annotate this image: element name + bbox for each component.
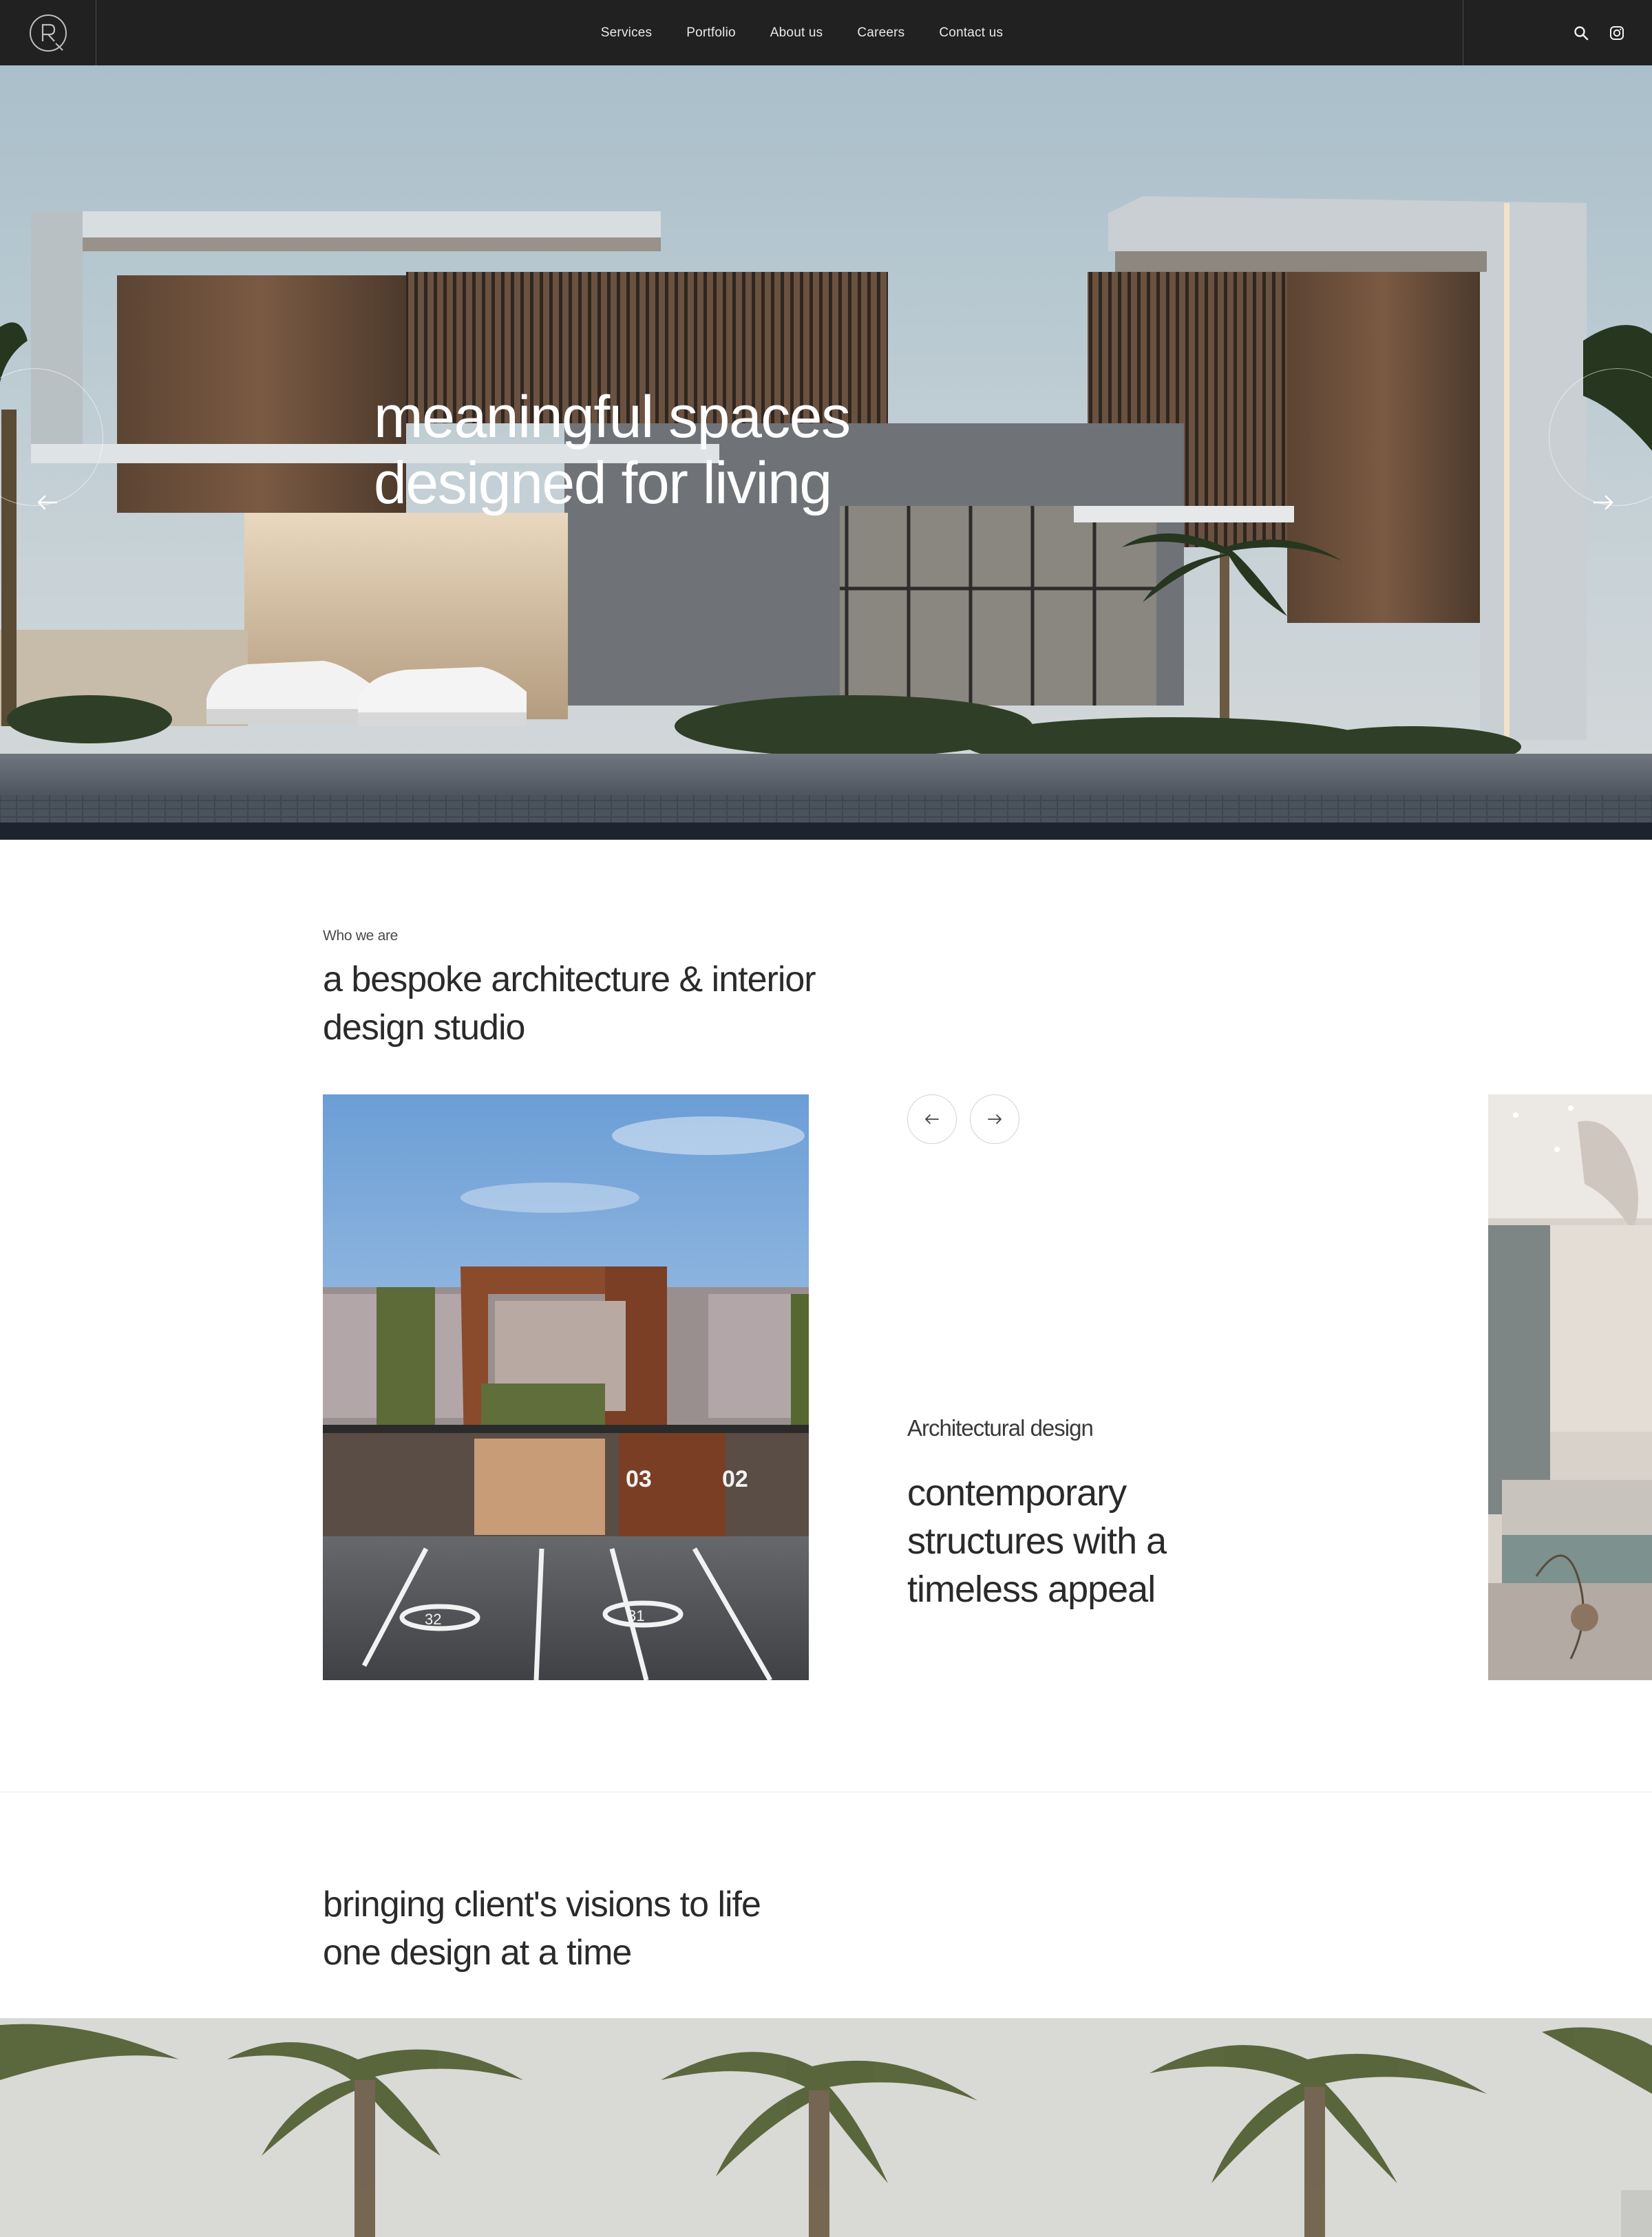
project-image-interior[interactable] <box>1488 1094 1652 1680</box>
nav-link-services[interactable]: Services <box>601 25 652 41</box>
about-title-line2: design studio <box>323 1008 525 1048</box>
main-menu: Services Portfolio About us Careers Cont… <box>0 0 1652 65</box>
unit-number-02: 02 <box>722 1466 748 1492</box>
nav-link-contact-us[interactable]: Contact us <box>939 25 1003 41</box>
nav-link-portfolio[interactable]: Portfolio <box>686 25 736 41</box>
about-title-line1: a bespoke architecture & interior <box>323 960 816 999</box>
project-image-architectural[interactable]: 03 02 32 31 <box>323 1094 809 1680</box>
nav-link-careers[interactable]: Careers <box>857 25 904 41</box>
nav-link-about-us[interactable]: About us <box>770 25 823 41</box>
arrow-right-icon <box>1593 495 1613 510</box>
arrow-right-icon <box>988 1114 1002 1124</box>
townhouse-rendering: 03 02 32 31 <box>323 1094 809 1680</box>
hero-title: meaningful spaces designed for living <box>374 384 993 516</box>
vision-title-line2: one design at a time <box>323 1933 632 1973</box>
slide-desc-line1: contemporary <box>907 1472 1127 1514</box>
hero-title-line1: meaningful spaces <box>374 384 851 450</box>
top-navigation: Services Portfolio About us Careers Cont… <box>0 0 1652 65</box>
instagram-icon[interactable] <box>1609 25 1624 41</box>
hero-section: meaningful spaces designed for living <box>0 65 1652 840</box>
hero-next-button[interactable] <box>1590 492 1618 513</box>
palm-trees-image <box>0 2018 1652 2237</box>
arrow-left-icon <box>925 1114 939 1124</box>
parking-number-31: 31 <box>628 1607 644 1624</box>
slide-desc-line2: structures with a <box>907 1520 1167 1562</box>
hero-title-line2: designed for living <box>374 450 832 516</box>
hero-prev-button[interactable] <box>33 492 61 513</box>
slide-category: Architectural design <box>907 1415 1094 1441</box>
about-title: a bespoke architecture & interior design… <box>323 955 942 1052</box>
vision-title: bringing client's visions to life one de… <box>323 1880 942 1977</box>
unit-number-03: 03 <box>626 1466 652 1492</box>
vision-title-line1: bringing client's visions to life <box>323 1885 761 1925</box>
interior-rendering <box>1488 1094 1652 1680</box>
slide-desc-line3: timeless appeal <box>907 1569 1156 1610</box>
nav-utility-cell <box>1463 0 1652 65</box>
arrow-left-icon <box>37 495 58 510</box>
search-icon[interactable] <box>1574 25 1589 41</box>
parking-number-32: 32 <box>425 1611 441 1628</box>
slide-description: contemporary structures with a timeless … <box>907 1469 1265 1613</box>
slider-prev-button[interactable] <box>907 1094 957 1144</box>
section-eyebrow: Who we are <box>323 928 399 944</box>
slider-next-button[interactable] <box>970 1094 1019 1144</box>
